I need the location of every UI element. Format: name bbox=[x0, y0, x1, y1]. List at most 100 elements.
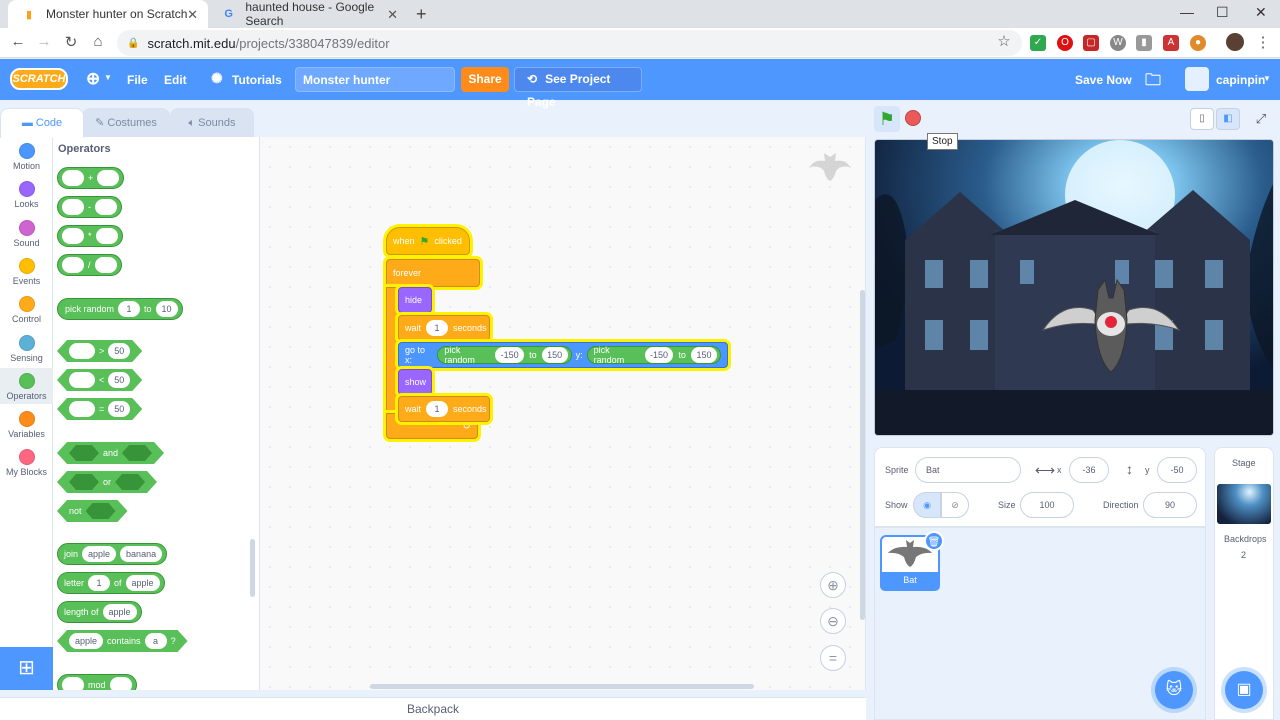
save-now-button[interactable]: Save Now bbox=[1075, 73, 1132, 87]
tab-sounds[interactable]: 🔈︎ Sounds bbox=[170, 108, 254, 138]
block-input[interactable]: -150 bbox=[495, 347, 525, 363]
block-slot[interactable] bbox=[122, 445, 152, 461]
category-variables[interactable]: Variables bbox=[0, 411, 53, 439]
zoom-in-button[interactable]: ⊕ bbox=[820, 572, 846, 598]
choose-sprite-button[interactable]: 🐱︎ bbox=[1155, 671, 1193, 709]
block-input[interactable]: banana bbox=[120, 546, 163, 562]
block-pick-random-y[interactable]: pick random -150 to 150 bbox=[586, 345, 721, 365]
block-slot[interactable] bbox=[69, 474, 99, 490]
stage-canvas[interactable] bbox=[874, 139, 1274, 436]
block-mod[interactable]: mod bbox=[57, 674, 137, 690]
palette-scrollbar[interactable] bbox=[250, 539, 255, 597]
reload-icon[interactable]: ↻ bbox=[61, 33, 81, 51]
category-events[interactable]: Events bbox=[0, 258, 53, 286]
zoom-out-button[interactable]: ⊖ bbox=[820, 608, 846, 634]
block-and[interactable]: and bbox=[57, 442, 164, 464]
scratch-logo[interactable]: SCRATCH bbox=[10, 68, 68, 90]
block-when-flag-clicked[interactable]: when ⚑ clicked bbox=[386, 227, 470, 255]
category-control[interactable]: Control bbox=[0, 296, 53, 324]
block-pick-random[interactable]: pick random 1 to 10 bbox=[57, 298, 183, 320]
y-position-input[interactable]: -50 bbox=[1157, 457, 1197, 483]
tab-costumes[interactable]: ✎ Costumes bbox=[82, 108, 170, 138]
block-not[interactable]: not bbox=[57, 500, 128, 522]
project-title-input[interactable]: Monster hunter bbox=[295, 67, 455, 92]
block-hide[interactable]: hide bbox=[398, 287, 432, 313]
category-looks[interactable]: Looks bbox=[0, 181, 53, 209]
large-stage-icon[interactable]: ◧ bbox=[1216, 108, 1240, 130]
block-multiply[interactable]: * bbox=[57, 225, 123, 247]
block-input[interactable]: a bbox=[145, 633, 167, 649]
close-tab-icon[interactable]: ✕ bbox=[187, 7, 198, 23]
block-input[interactable] bbox=[69, 372, 95, 388]
close-window-icon[interactable]: ✕ bbox=[1255, 4, 1267, 21]
block-input[interactable] bbox=[62, 170, 84, 186]
extension-icon[interactable]: ✓ bbox=[1030, 35, 1046, 51]
block-length-of[interactable]: length of apple bbox=[57, 601, 142, 623]
chevron-down-icon[interactable]: ▼ bbox=[1263, 74, 1271, 83]
browser-tab-scratch[interactable]: ▮ Monster hunter on Scratch ✕ bbox=[8, 0, 208, 28]
extension-icon[interactable]: ▢ bbox=[1083, 35, 1099, 51]
block-input[interactable] bbox=[97, 170, 120, 186]
url-input[interactable]: 🔒 scratch.mit.edu/projects/338047839/edi… bbox=[117, 30, 1022, 56]
block-input[interactable] bbox=[62, 677, 84, 690]
block-letter-of[interactable]: letter 1 of apple bbox=[57, 572, 165, 594]
block-or[interactable]: or bbox=[57, 471, 157, 493]
block-input[interactable] bbox=[69, 401, 95, 417]
my-stuff-folder-icon[interactable]: 🗀 bbox=[1145, 69, 1161, 96]
extension-icon[interactable]: O bbox=[1057, 35, 1073, 51]
block-wait[interactable]: wait 1 seconds bbox=[398, 315, 490, 341]
menu-file[interactable]: File bbox=[127, 73, 148, 87]
maximize-icon[interactable]: ☐ bbox=[1216, 4, 1229, 21]
block-input[interactable]: apple bbox=[82, 546, 117, 562]
block-join[interactable]: join apple banana bbox=[57, 543, 168, 565]
block-input[interactable]: 10 bbox=[155, 301, 178, 317]
block-input[interactable]: 150 bbox=[541, 347, 568, 363]
extension-icon[interactable]: ▮ bbox=[1136, 35, 1152, 51]
extension-icon[interactable]: W bbox=[1110, 35, 1126, 51]
globe-icon[interactable]: ⊕ bbox=[86, 69, 100, 89]
category-sensing[interactable]: Sensing bbox=[0, 335, 53, 363]
block-contains[interactable]: apple contains a? bbox=[57, 630, 188, 652]
size-input[interactable]: 100 bbox=[1020, 492, 1074, 518]
block-input[interactable]: 150 bbox=[690, 347, 717, 363]
delete-sprite-button[interactable]: 🗑︎ bbox=[924, 531, 944, 551]
script-vertical-scrollbar[interactable] bbox=[860, 290, 865, 620]
share-button[interactable]: Share bbox=[461, 67, 509, 92]
forward-icon[interactable]: → bbox=[34, 33, 54, 50]
block-input[interactable]: 50 bbox=[108, 372, 130, 388]
show-hidden-button[interactable]: ⊘ bbox=[941, 492, 969, 518]
minimize-icon[interactable]: — bbox=[1180, 4, 1194, 20]
tab-code[interactable]: ▬ Code bbox=[0, 108, 84, 138]
choose-backdrop-button[interactable]: ▣ bbox=[1225, 671, 1263, 709]
bookmark-star-icon[interactable]: ☆ bbox=[994, 32, 1014, 50]
block-input[interactable]: 1 bbox=[118, 301, 141, 317]
new-tab-icon[interactable]: + bbox=[416, 4, 427, 25]
block-pick-random-x[interactable]: pick random -150 to 150 bbox=[437, 345, 572, 365]
block-input[interactable]: 50 bbox=[108, 343, 130, 359]
block-forever[interactable]: forever bbox=[386, 259, 480, 287]
block-greater-than[interactable]: >50 bbox=[57, 340, 142, 362]
block-input[interactable]: apple bbox=[69, 633, 103, 649]
green-flag-icon[interactable]: ⚑ bbox=[874, 106, 900, 132]
home-icon[interactable]: ⌂ bbox=[88, 33, 108, 50]
username[interactable]: capinpin bbox=[1216, 73, 1265, 87]
menu-tutorials[interactable]: Tutorials bbox=[232, 73, 282, 87]
close-tab-icon[interactable]: ✕ bbox=[387, 7, 398, 23]
wait-input[interactable]: 1 bbox=[426, 320, 449, 336]
block-input[interactable] bbox=[62, 257, 84, 273]
sprite-name-input[interactable]: Bat bbox=[915, 457, 1021, 483]
backpack[interactable]: Backpack bbox=[0, 697, 866, 720]
block-go-to-xy[interactable]: go to x: pick random -150 to 150 y: pick… bbox=[398, 342, 728, 368]
block-input[interactable]: 1 bbox=[88, 575, 111, 591]
block-divide[interactable]: / bbox=[57, 254, 122, 276]
wait-input[interactable]: 1 bbox=[426, 401, 449, 417]
see-project-page-button[interactable]: ⟲ See Project Page bbox=[514, 67, 642, 109]
block-input[interactable]: -150 bbox=[644, 347, 674, 363]
block-wait[interactable]: wait 1 seconds bbox=[398, 396, 490, 422]
block-input[interactable] bbox=[95, 228, 118, 244]
block-slot[interactable] bbox=[69, 445, 99, 461]
script-area[interactable]: when ⚑ clicked forever ↺ hide wait 1 sec… bbox=[260, 137, 866, 690]
fullscreen-icon[interactable]: ⤢ bbox=[1250, 108, 1272, 130]
block-input[interactable] bbox=[95, 199, 117, 215]
block-input[interactable] bbox=[69, 343, 95, 359]
